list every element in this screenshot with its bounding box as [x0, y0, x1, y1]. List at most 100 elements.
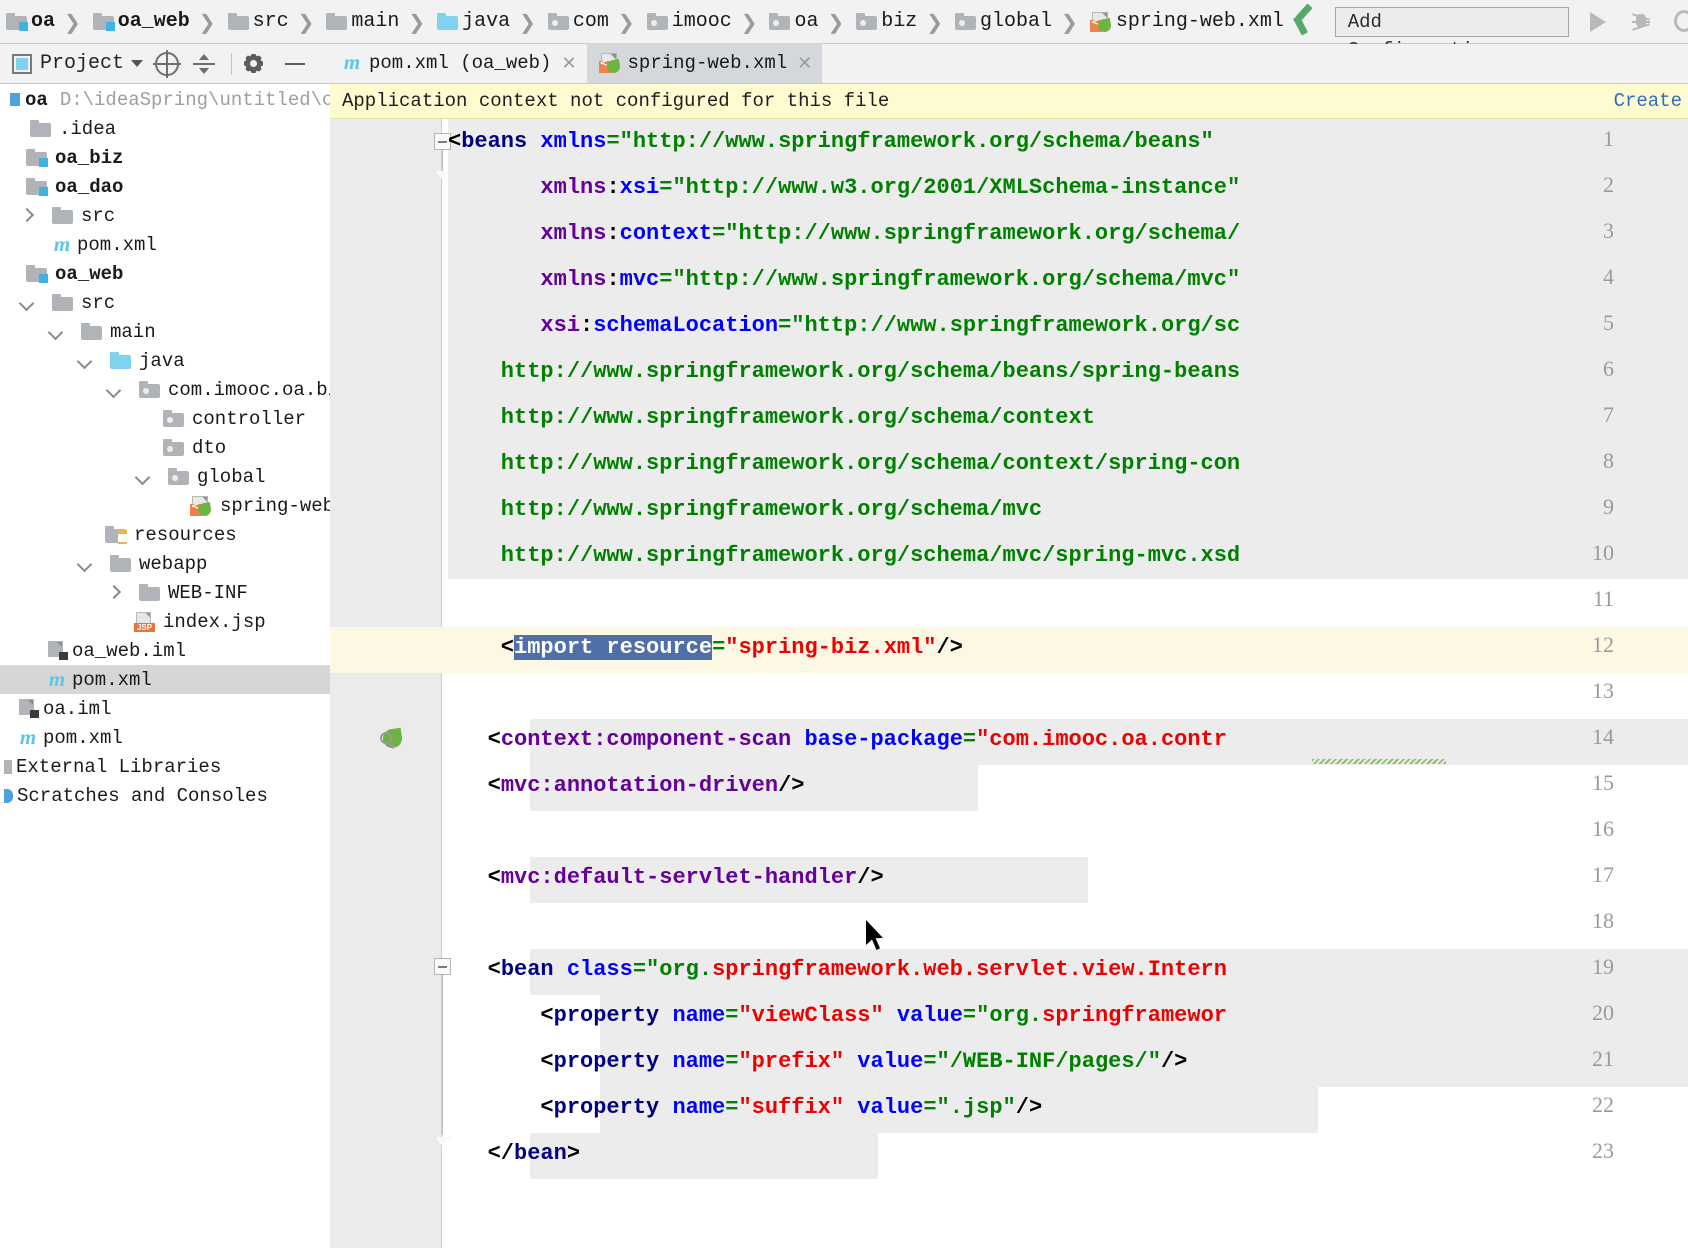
line-number: 18 — [1592, 908, 1614, 933]
tree-item-oa-iml[interactable]: oa.iml — [0, 694, 330, 723]
folder-icon — [30, 120, 51, 137]
line-number: 6 — [1603, 356, 1614, 381]
breadcrumb-item-com[interactable]: com ❯ — [542, 0, 641, 44]
tree-item-oa-pom[interactable]: m pom.xml — [0, 723, 330, 752]
spring-bean-leaf-icon[interactable] — [379, 727, 405, 754]
tree-item-oa-web-iml[interactable]: oa_web.iml — [0, 636, 330, 665]
breadcrumb-item-src[interactable]: src ❯ — [222, 0, 321, 44]
package-icon — [139, 381, 160, 398]
tree-item-oa-dao[interactable]: oa_dao — [0, 172, 330, 201]
tree-item-dto[interactable]: dto — [0, 433, 330, 462]
line-number: 14 — [1592, 724, 1614, 749]
debug-icon[interactable] — [1624, 5, 1655, 39]
tree-item-label: WEB-INF — [168, 581, 248, 604]
tab-spring-web-xml[interactable]: spring-web.xml ✕ — [586, 43, 823, 83]
chevron-down-icon[interactable] — [76, 555, 94, 573]
breadcrumb-label: oa_web — [117, 10, 190, 33]
breadcrumb-item-global[interactable]: global ❯ — [949, 0, 1084, 44]
line-number: 5 — [1603, 310, 1614, 335]
breadcrumb-item-main[interactable]: main ❯ — [320, 0, 431, 44]
hammer-icon[interactable] — [1286, 4, 1319, 40]
tree-item-java[interactable]: java — [0, 346, 330, 375]
iml-icon — [18, 699, 39, 718]
breadcrumb-separator-icon: ❯ — [1061, 9, 1078, 34]
line-number: 17 — [1592, 862, 1614, 887]
chevron-down-icon[interactable] — [47, 323, 65, 341]
package-icon — [163, 410, 184, 427]
scratches-icon — [4, 788, 13, 803]
package-icon — [646, 13, 668, 30]
tree-item-scratches-and-consoles[interactable]: Scratches and Consoles — [0, 781, 330, 810]
code-editor[interactable]: 1 2 3 4 5 6 7 8 9 10 11 12 13 14 15 16 1… — [330, 119, 1688, 1248]
chevron-down-icon[interactable] — [105, 381, 123, 399]
tree-item-oa-biz[interactable]: oa_biz — [0, 143, 330, 172]
libraries-icon — [4, 759, 12, 774]
code-line: xmlns:xsi="http://www.w3.org/2001/XMLSch… — [540, 175, 1241, 200]
chevron-right-icon[interactable] — [105, 584, 123, 602]
module-folder-icon — [26, 149, 48, 167]
line-number: 23 — [1592, 1138, 1614, 1163]
tree-item-webapp[interactable]: webapp — [0, 549, 330, 578]
tree-item-com-imooc-oa-biz[interactable]: com.imooc.oa.biz — [0, 375, 330, 404]
tab-pom-xml[interactable]: m pom.xml (oa_web) ✕ — [330, 43, 587, 83]
module-folder-icon — [6, 13, 28, 31]
tree-item-oa-web-pom[interactable]: m pom.xml — [0, 665, 330, 694]
tree-item-external-libraries[interactable]: External Libraries — [0, 752, 330, 781]
tree-item-main[interactable]: main — [0, 317, 330, 346]
breadcrumb-item-oa-pkg[interactable]: oa ❯ — [763, 0, 850, 44]
breadcrumb-item-java[interactable]: java ❯ — [431, 0, 542, 44]
tree-item-label: spring-web. — [220, 494, 330, 517]
line-number: 12 — [1592, 632, 1614, 657]
mouse-cursor — [866, 920, 888, 954]
fold-region-line — [442, 150, 443, 172]
close-icon[interactable]: ✕ — [797, 53, 812, 74]
code-line: <property name="prefix" value="/WEB-INF/… — [540, 1049, 1188, 1074]
code-line: <context:component-scan base-package="co… — [487, 727, 1227, 752]
scroll-from-source-icon[interactable] — [153, 49, 182, 78]
tab-label: pom.xml (oa_web) — [369, 52, 552, 74]
line-number: 19 — [1592, 954, 1614, 979]
chevron-down-icon[interactable] — [18, 294, 36, 312]
close-icon[interactable]: ✕ — [561, 53, 576, 74]
tree-item-spring-web-xml[interactable]: spring-web. — [0, 491, 330, 520]
breadcrumb-item-spring-web-xml[interactable]: spring-web.xml — [1084, 0, 1286, 44]
create-context-link[interactable]: Create — [1614, 90, 1682, 112]
gear-icon[interactable] — [242, 52, 265, 75]
breadcrumb-label: com — [572, 10, 609, 33]
caret-row-gutter-highlight — [330, 627, 442, 673]
chevron-down-icon[interactable] — [134, 468, 152, 486]
tree-item-label: Scratches and Consoles — [17, 784, 268, 807]
tree-item-label: pom.xml — [72, 668, 152, 691]
tree-item-index-jsp[interactable]: JSP index.jsp — [0, 607, 330, 636]
spring-xml-icon — [190, 495, 213, 517]
add-configuration-button[interactable]: Add Configuration... — [1334, 6, 1569, 61]
tree-item-oa-project[interactable]: oa D:\ideaSpring\untitled\oa — [0, 85, 330, 114]
tree-item-web-inf[interactable]: WEB-INF — [0, 578, 330, 607]
tree-item-label: oa — [25, 88, 48, 111]
breadcrumb-item-oa-web[interactable]: oa_web ❯ — [87, 0, 222, 44]
tree-item-oa-web[interactable]: oa_web — [0, 259, 330, 288]
editor-gutter[interactable] — [330, 119, 442, 1248]
chevron-right-icon[interactable] — [18, 207, 36, 225]
tree-item-controller[interactable]: controller — [0, 404, 330, 433]
tree-item-label: resources — [134, 523, 237, 546]
code-line: xmlns:context="http://www.springframewor… — [540, 221, 1241, 246]
tree-item-oa-dao-src[interactable]: src — [0, 201, 330, 230]
breadcrumb-item-biz[interactable]: biz ❯ — [850, 0, 949, 44]
tree-item-oa-web-src[interactable]: src — [0, 288, 330, 317]
collapse-all-icon[interactable] — [193, 53, 216, 75]
minimize-icon[interactable] — [283, 52, 307, 76]
module-folder-icon — [26, 178, 48, 196]
inspection-squiggle — [1312, 759, 1446, 764]
rerun-icon[interactable] — [1667, 5, 1688, 39]
chevron-down-icon[interactable] — [131, 60, 144, 67]
tree-item-oa-dao-pom[interactable]: m pom.xml — [0, 230, 330, 259]
chevron-down-icon[interactable] — [76, 352, 94, 370]
breadcrumb-item-oa[interactable]: oa ❯ — [0, 0, 87, 44]
tree-item-resources[interactable]: resources — [0, 520, 330, 549]
line-number: 16 — [1592, 816, 1614, 841]
tree-item-global[interactable]: global — [0, 462, 330, 491]
run-icon[interactable] — [1581, 5, 1612, 39]
tree-item-idea[interactable]: .idea — [0, 114, 330, 143]
breadcrumb-item-imooc[interactable]: imooc ❯ — [641, 0, 764, 44]
